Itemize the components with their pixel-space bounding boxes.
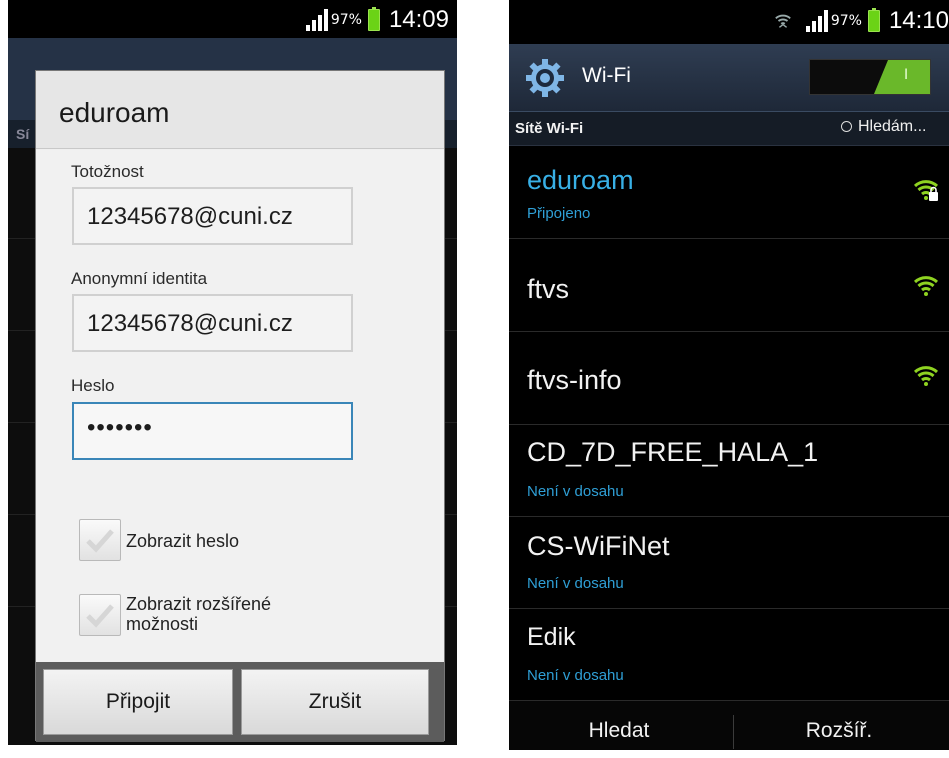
network-row-cs-wifinet[interactable]: CS-WiFiNet Není v dosahu bbox=[509, 517, 949, 609]
network-row-eduroam[interactable]: eduroam Připojeno bbox=[509, 147, 949, 239]
searching-status: Hledám... bbox=[841, 118, 926, 136]
background-section-fragment: Sí bbox=[16, 126, 30, 142]
wifi-status-icon bbox=[775, 14, 791, 28]
wifi-toggle-switch[interactable]: I bbox=[809, 59, 931, 95]
password-label: Heslo bbox=[71, 376, 115, 395]
network-name: eduroam bbox=[527, 165, 634, 195]
status-indicators: 97% 14:10 bbox=[774, 7, 949, 35]
network-status: Není v dosahu bbox=[527, 667, 624, 684]
battery-icon bbox=[867, 8, 880, 32]
left-phone-screen: 97% 14:09 Sí eduroam Totožnost 12345678@… bbox=[8, 0, 457, 745]
show-advanced-label[interactable]: Zobrazit rozšířené možnosti bbox=[126, 594, 271, 634]
network-name: Edik bbox=[527, 623, 576, 651]
connect-button[interactable]: Připojit bbox=[43, 669, 233, 735]
show-advanced-label-line2: možnosti bbox=[126, 614, 199, 634]
show-advanced-label-line1: Zobrazit rozšířené bbox=[126, 594, 272, 614]
networks-section-header: Sítě Wi-Fi Hledám... bbox=[509, 112, 949, 146]
cell-signal-icon bbox=[805, 10, 828, 32]
show-password-label[interactable]: Zobrazit heslo bbox=[126, 531, 239, 551]
status-indicators: 97% 14:09 bbox=[305, 6, 449, 34]
section-title: Sítě Wi-Fi bbox=[515, 120, 584, 137]
dialog-body: Totožnost 12345678@cuni.cz Anonymní iden… bbox=[36, 150, 444, 662]
checkmark-icon bbox=[86, 604, 114, 628]
anonymous-identity-field[interactable]: 12345678@cuni.cz bbox=[72, 294, 353, 352]
advanced-button[interactable]: Rozšíř. bbox=[729, 701, 949, 750]
clock: 14:10 bbox=[888, 7, 949, 34]
network-row-edik[interactable]: Edik Není v dosahu bbox=[509, 609, 949, 701]
wifi-header: Wi-Fi I bbox=[509, 44, 949, 112]
searching-text: Hledám... bbox=[858, 118, 927, 135]
network-row-ftvs[interactable]: ftvs bbox=[509, 240, 949, 332]
status-bar: 97% 14:09 bbox=[8, 0, 457, 38]
wifi-icon bbox=[913, 366, 939, 386]
battery-percent: 97% bbox=[830, 13, 862, 29]
network-name: CS-WiFiNet bbox=[527, 531, 670, 561]
identity-field[interactable]: 12345678@cuni.cz bbox=[72, 187, 353, 245]
anonymous-identity-label: Anonymní identita bbox=[71, 269, 208, 288]
toggle-on-label: I bbox=[904, 67, 909, 83]
identity-label: Totožnost bbox=[71, 162, 144, 181]
bottom-action-bar: Hledat Rozšíř. bbox=[509, 700, 949, 750]
wifi-lock-icon bbox=[913, 180, 939, 201]
password-field[interactable]: ••••••• bbox=[72, 402, 353, 460]
dialog-button-bar: Připojit Zrušit bbox=[36, 662, 444, 742]
right-phone-screen: 97% 14:10 Wi-Fi I Sítě Wi-Fi Hledám... e… bbox=[509, 0, 949, 750]
cancel-button[interactable]: Zrušit bbox=[241, 669, 429, 735]
clock: 14:09 bbox=[388, 6, 449, 33]
wifi-icon bbox=[913, 276, 939, 296]
network-row-cd7d[interactable]: CD_7D_FREE_HALA_1 Není v dosahu bbox=[509, 425, 949, 517]
dialog-title: eduroam bbox=[59, 97, 170, 128]
network-name: CD_7D_FREE_HALA_1 bbox=[527, 437, 819, 467]
eduroam-dialog: eduroam Totožnost 12345678@cuni.cz Anony… bbox=[35, 70, 445, 742]
status-bar: 97% 14:10 bbox=[509, 0, 949, 40]
network-status: Není v dosahu bbox=[527, 483, 624, 500]
battery-percent: 97% bbox=[330, 12, 362, 28]
progress-ring-icon bbox=[841, 121, 852, 132]
network-row-ftvs-info[interactable]: ftvs-info bbox=[509, 333, 949, 425]
network-status: Připojeno bbox=[527, 205, 591, 222]
show-password-checkbox[interactable] bbox=[79, 519, 121, 561]
battery-icon bbox=[367, 7, 380, 31]
network-name: ftvs bbox=[527, 274, 570, 304]
network-status: Není v dosahu bbox=[527, 575, 624, 592]
header-title: Wi-Fi bbox=[582, 64, 631, 87]
gear-icon bbox=[526, 59, 564, 97]
search-button[interactable]: Hledat bbox=[509, 701, 729, 750]
network-name: ftvs-info bbox=[527, 365, 622, 395]
cell-signal-icon bbox=[305, 9, 328, 31]
toggle-on-thumb: I bbox=[874, 60, 930, 94]
dialog-title-bar: eduroam bbox=[36, 71, 444, 149]
checkmark-icon bbox=[86, 529, 114, 553]
show-advanced-checkbox[interactable] bbox=[79, 594, 121, 636]
